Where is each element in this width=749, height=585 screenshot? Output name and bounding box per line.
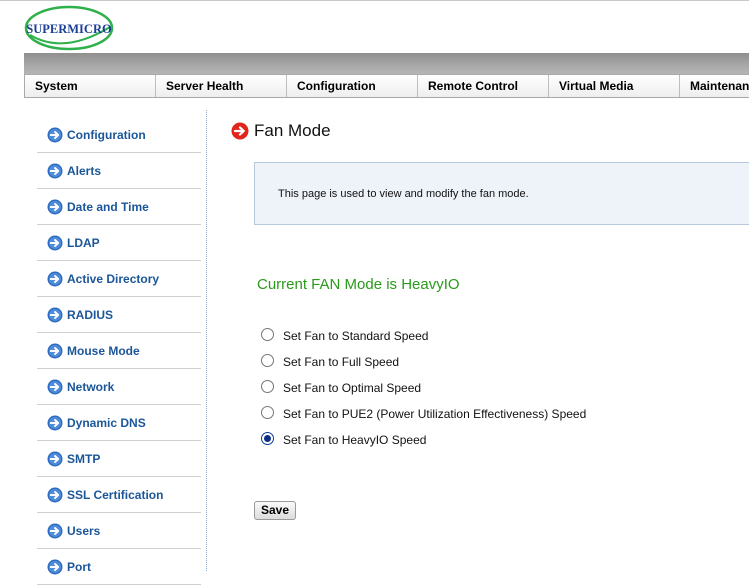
- svg-text:SUPERMICRO: SUPERMICRO: [26, 22, 112, 36]
- sidebar-item-configuration[interactable]: Configuration: [37, 117, 201, 153]
- fan-option-2[interactable]: Set Fan to Optimal Speed: [261, 379, 586, 405]
- fan-option-4[interactable]: Set Fan to HeavyIO Speed: [261, 431, 586, 457]
- sidebar-item-smtp[interactable]: SMTP: [37, 441, 201, 477]
- fan-option-label: Set Fan to Optimal Speed: [283, 381, 422, 395]
- arrow-right-circle-icon: [47, 199, 63, 215]
- arrow-right-circle-icon: [47, 379, 63, 395]
- fan-option-1[interactable]: Set Fan to Full Speed: [261, 353, 586, 379]
- arrow-right-circle-icon: [47, 451, 63, 467]
- sidebar-item-label: Date and Time: [67, 199, 149, 214]
- arrow-right-circle-icon: [47, 487, 63, 503]
- sidebar-item-label: SSL Certification: [67, 487, 164, 502]
- fan-option-label: Set Fan to Full Speed: [283, 355, 400, 369]
- sidebar-item-label: Alerts: [67, 163, 102, 178]
- radio-button[interactable]: [261, 406, 274, 419]
- menu-remote-control[interactable]: Remote Control: [418, 75, 549, 97]
- sidebar-item-alerts[interactable]: Alerts: [37, 153, 201, 189]
- fan-option-label: Set Fan to Standard Speed: [283, 329, 429, 343]
- menu-virtual-media[interactable]: Virtual Media: [549, 75, 680, 97]
- page-description: This page is used to view and modify the…: [278, 188, 529, 200]
- sidebar-item-date-and-time[interactable]: Date and Time: [37, 189, 201, 225]
- arrow-right-circle-icon: [47, 271, 63, 287]
- sidebar-item-radius[interactable]: RADIUS: [37, 297, 201, 333]
- arrow-right-circle-icon: [47, 415, 63, 431]
- radio-button-selected[interactable]: [261, 432, 274, 445]
- sidebar-divider: [206, 110, 207, 571]
- sidebar-item-label: Dynamic DNS: [67, 415, 146, 430]
- sidebar-item-mouse-mode[interactable]: Mouse Mode: [37, 333, 201, 369]
- sidebar-item-active-directory[interactable]: Active Directory: [37, 261, 201, 297]
- sidebar: Configuration Alerts Date and Time LDAP Acti…: [37, 117, 201, 585]
- arrow-right-circle-icon: [47, 127, 63, 143]
- header-band: [24, 53, 749, 74]
- sidebar-item-label: Network: [67, 379, 115, 394]
- sidebar-item-label: LDAP: [67, 235, 100, 250]
- sidebar-item-label: Users: [67, 523, 101, 538]
- supermicro-logo: SUPERMICRO: [24, 5, 114, 51]
- sidebar-item-label: Port: [67, 559, 91, 574]
- sidebar-item-ssl-certification[interactable]: SSL Certification: [37, 477, 201, 513]
- sidebar-item-port[interactable]: Port: [37, 549, 201, 585]
- sidebar-item-label: Mouse Mode: [67, 343, 140, 358]
- radio-button[interactable]: [261, 380, 274, 393]
- sidebar-item-dynamic-dns[interactable]: Dynamic DNS: [37, 405, 201, 441]
- arrow-right-circle-icon: [47, 307, 63, 323]
- menu-maintenance[interactable]: Maintenan: [680, 75, 749, 97]
- arrow-right-circle-icon: [47, 559, 63, 575]
- menu-configuration[interactable]: Configuration: [287, 75, 418, 97]
- fan-option-3[interactable]: Set Fan to PUE2 (Power Utilization Effec…: [261, 405, 586, 431]
- fan-option-label: Set Fan to PUE2 (Power Utilization Effec…: [283, 407, 587, 421]
- current-fan-mode: Current FAN Mode is HeavyIO: [257, 276, 460, 293]
- arrow-right-circle-icon: [47, 523, 63, 539]
- sidebar-item-label: Active Directory: [67, 271, 160, 286]
- sidebar-item-network[interactable]: Network: [37, 369, 201, 405]
- save-button[interactable]: Save: [254, 501, 296, 520]
- arrow-right-icon: [231, 122, 249, 140]
- sidebar-item-users[interactable]: Users: [37, 513, 201, 549]
- sidebar-item-label: SMTP: [67, 451, 101, 466]
- page-title: Fan Mode: [254, 121, 331, 140]
- radio-button[interactable]: [261, 328, 274, 341]
- sidebar-item-label: RADIUS: [67, 307, 114, 322]
- info-box: This page is used to view and modify the…: [254, 162, 749, 225]
- fan-option-label: Set Fan to HeavyIO Speed: [283, 433, 427, 447]
- sidebar-item-ldap[interactable]: LDAP: [37, 225, 201, 261]
- fan-mode-options: Set Fan to Standard Speed Set Fan to Full…: [261, 327, 586, 457]
- menu-server-health[interactable]: Server Health: [156, 75, 287, 97]
- top-border: [0, 0, 749, 1]
- top-menu: System Server Health Configuration Remot…: [24, 74, 749, 98]
- arrow-right-circle-icon: [47, 235, 63, 251]
- radio-button[interactable]: [261, 354, 274, 367]
- fan-option-0[interactable]: Set Fan to Standard Speed: [261, 327, 586, 353]
- arrow-right-circle-icon: [47, 163, 63, 179]
- sidebar-item-label: Configuration: [67, 127, 146, 142]
- arrow-right-circle-icon: [47, 343, 63, 359]
- menu-system[interactable]: System: [25, 75, 156, 97]
